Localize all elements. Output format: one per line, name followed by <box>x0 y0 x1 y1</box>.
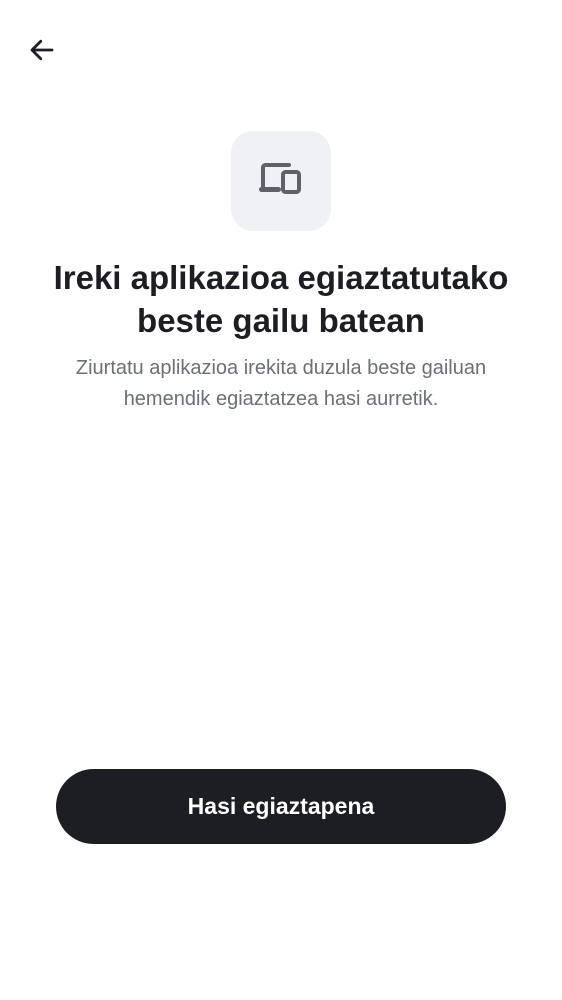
page-title: Ireki aplikazioa egiaztatutako beste gai… <box>53 259 509 339</box>
arrow-left-icon <box>30 39 54 61</box>
start-verification-button[interactable]: Hasi egiaztapena <box>56 769 506 844</box>
devices-icon <box>259 163 301 194</box>
page-subtitle: Ziurtatu aplikazioa irekita duzula beste… <box>75 357 487 410</box>
devices-icon-tile <box>231 131 331 231</box>
back-button[interactable] <box>20 28 64 72</box>
